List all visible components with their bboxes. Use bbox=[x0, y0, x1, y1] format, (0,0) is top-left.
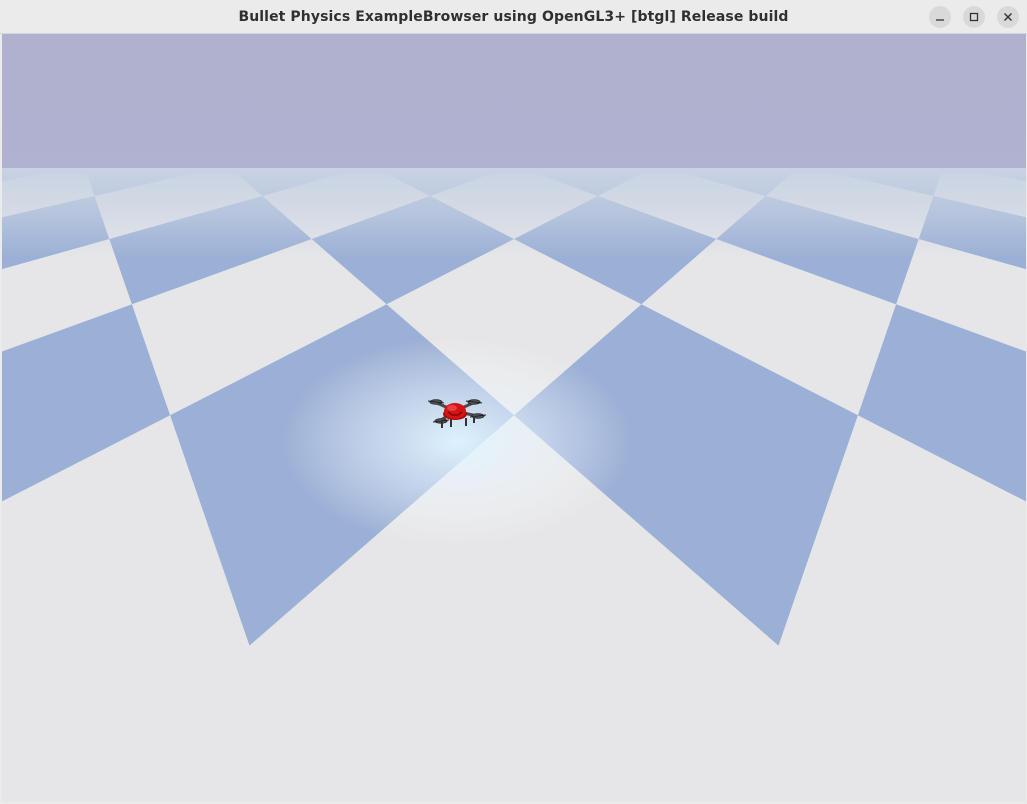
window-title: Bullet Physics ExampleBrowser using Open… bbox=[238, 9, 789, 25]
app-window: Bullet Physics ExampleBrowser using Open… bbox=[0, 0, 1027, 804]
minimize-button[interactable] bbox=[929, 6, 951, 28]
maximize-button[interactable] bbox=[963, 6, 985, 28]
minimize-icon bbox=[935, 12, 945, 22]
scene-canvas[interactable] bbox=[2, 34, 1026, 802]
horizon-haze bbox=[2, 168, 1026, 258]
close-button[interactable] bbox=[997, 6, 1019, 28]
render-viewport[interactable] bbox=[2, 34, 1026, 802]
maximize-icon bbox=[969, 12, 979, 22]
close-icon bbox=[1003, 12, 1013, 22]
spotlight-glow bbox=[282, 337, 632, 547]
title-bar[interactable]: Bullet Physics ExampleBrowser using Open… bbox=[0, 0, 1027, 34]
